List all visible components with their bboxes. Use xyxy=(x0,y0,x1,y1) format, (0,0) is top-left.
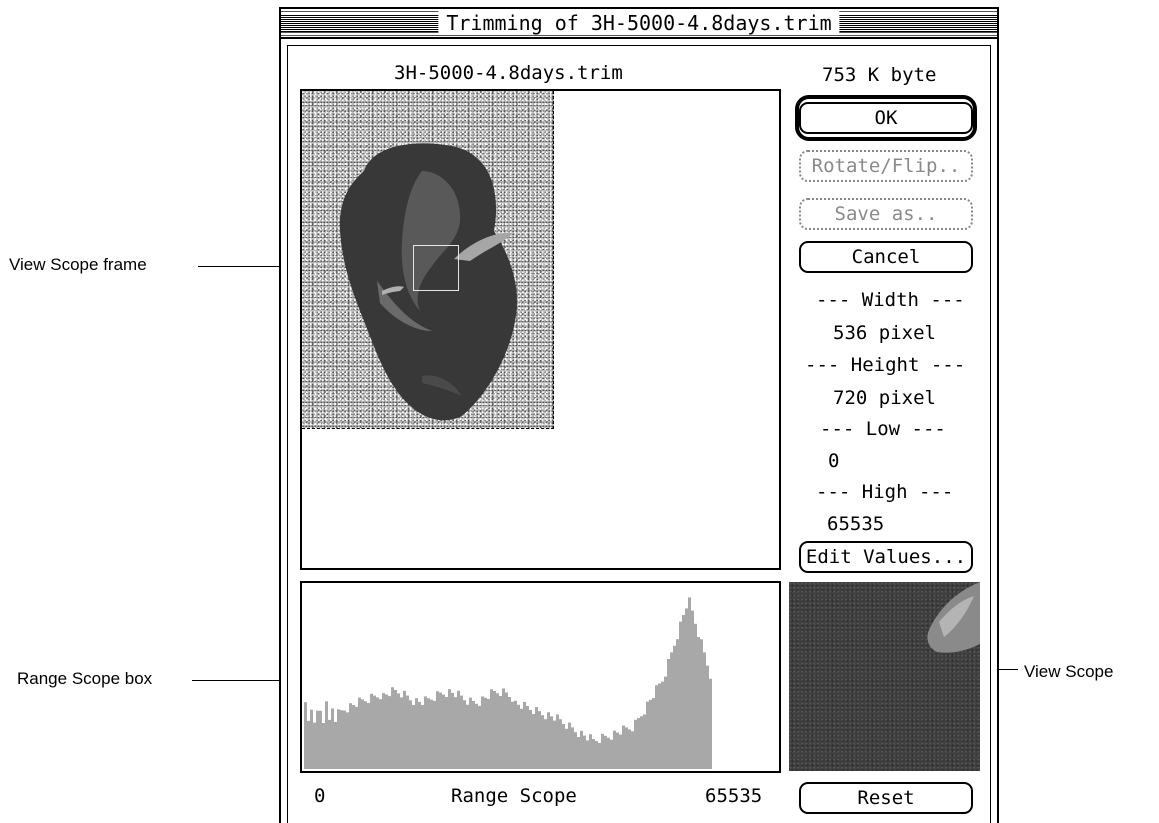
window-title: Trimming of 3H-5000-4.8days.trim xyxy=(438,11,840,35)
file-name-label: 3H-5000-4.8days.trim xyxy=(394,62,623,84)
height-heading: --- Height --- xyxy=(805,354,966,376)
height-value: 720 pixel xyxy=(833,387,936,409)
width-value: 536 pixel xyxy=(833,322,936,344)
range-scope-box[interactable] xyxy=(300,581,781,773)
view-scope[interactable] xyxy=(789,582,980,771)
high-heading: --- High --- xyxy=(816,481,954,503)
title-bar[interactable]: Trimming of 3H-5000-4.8days.trim xyxy=(281,9,997,39)
callout-view-scope-frame: View Scope frame xyxy=(9,255,147,274)
histogram-plot xyxy=(304,597,712,769)
high-value: 65535 xyxy=(827,513,885,535)
view-scope-frame[interactable] xyxy=(413,245,459,291)
callout-range-scope-box: Range Scope box xyxy=(17,669,153,688)
cancel-button[interactable]: Cancel xyxy=(799,241,973,273)
callout-view-scope: View Scope xyxy=(1024,662,1114,681)
ok-button[interactable]: OK xyxy=(799,102,973,134)
rotate-flip-button[interactable]: Rotate/Flip.. xyxy=(799,150,973,182)
reset-button[interactable]: Reset xyxy=(799,782,973,814)
edit-values-button[interactable]: Edit Values... xyxy=(799,541,973,573)
file-size-label: 753 K byte xyxy=(822,64,937,86)
range-min-label: 0 xyxy=(314,785,326,807)
image-frame[interactable] xyxy=(300,89,781,570)
range-max-label: 65535 xyxy=(705,785,763,807)
low-heading: --- Low --- xyxy=(820,418,946,440)
width-heading: --- Width --- xyxy=(816,289,965,311)
view-scope-detail xyxy=(927,582,980,653)
save-as-button[interactable]: Save as.. xyxy=(799,198,973,230)
range-scope-title: Range Scope xyxy=(451,785,577,807)
low-value: 0 xyxy=(828,450,840,472)
